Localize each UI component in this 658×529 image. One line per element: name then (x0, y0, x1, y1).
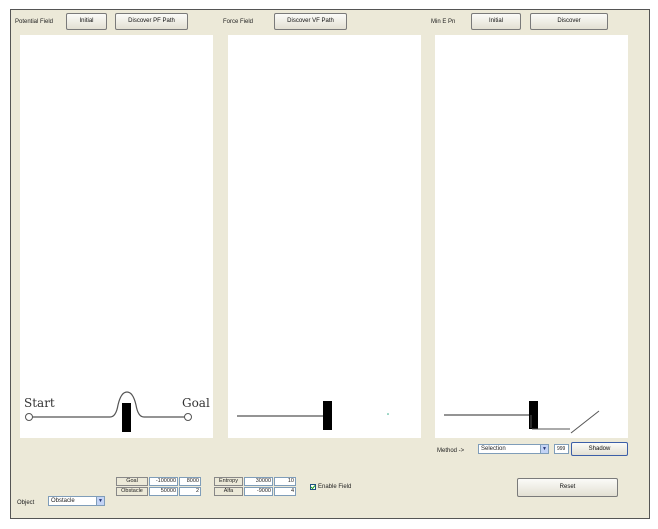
reset-button[interactable]: Reset (517, 478, 618, 497)
min-energy-label: Min E Pn (431, 19, 456, 25)
method-value-field[interactable]: 999 (554, 444, 569, 454)
min-energy-canvas[interactable] (435, 35, 628, 438)
grid1-goal-value-a[interactable]: -100000 (149, 477, 178, 486)
obstacle-3 (529, 401, 538, 429)
diagonal-line (570, 410, 600, 434)
grid2-entropy-label: Entropy (214, 477, 243, 486)
obstacle-1 (122, 403, 131, 432)
object-label: Object (17, 500, 35, 506)
object-select-value: Obstacle (51, 498, 75, 504)
shadow-button[interactable]: Shadow (571, 442, 628, 456)
enable-field-checkbox[interactable] (310, 484, 316, 490)
grid2-alfa-value-a[interactable]: -9000 (244, 487, 273, 496)
grid1-obstacle-value-a[interactable]: 50000 (149, 487, 178, 496)
goal-marker (184, 413, 192, 421)
potential-field-label: Potential Field (15, 19, 54, 25)
goal-dot (387, 413, 389, 415)
chevron-down-icon: ▼ (540, 445, 548, 453)
initial-button-1[interactable]: Initial (66, 13, 107, 30)
start-marker (25, 413, 33, 421)
force-field-label: Force Field (223, 19, 254, 25)
discover-pf-path-button[interactable]: Discover PF Path (115, 13, 188, 30)
object-select[interactable]: Obstacle ▼ (48, 496, 105, 506)
min-energy-drawing (444, 401, 600, 434)
goal-text: Goal (182, 396, 210, 410)
grid1-obstacle-value-b[interactable]: 2 (179, 487, 201, 496)
grid2-entropy-value-b[interactable]: 10 (274, 477, 296, 486)
discover-vf-path-button[interactable]: Discover VF Path (274, 13, 347, 30)
grid2-alfa-value-b[interactable]: 4 (274, 487, 296, 496)
grid2-entropy-value-a[interactable]: 30000 (244, 477, 273, 486)
app-window: Potential Field Initial Discover PF Path… (10, 9, 650, 519)
enable-field-label: Enable Field (318, 484, 352, 490)
force-field-canvas[interactable] (228, 35, 421, 438)
initial-button-3[interactable]: Initial (471, 13, 521, 30)
grid1-goal-value-b[interactable]: 8000 (179, 477, 201, 486)
potential-field-drawing: Start Goal (24, 391, 210, 432)
start-text: Start (24, 396, 55, 410)
force-field-drawing (237, 401, 389, 430)
discover-button-3[interactable]: Discover (530, 13, 608, 30)
method-select-value: Selection (481, 446, 506, 452)
check-icon (310, 485, 316, 490)
grid1-goal-label: Goal (116, 477, 148, 486)
method-select[interactable]: Selection ▼ (478, 444, 549, 454)
obstacle-2 (323, 401, 332, 430)
potential-curve (32, 391, 185, 418)
method-label: Method -> (437, 448, 465, 454)
grid1-obstacle-label: Obstacle (116, 487, 148, 496)
potential-field-canvas[interactable]: Start Goal (20, 35, 213, 438)
chevron-down-icon: ▼ (96, 497, 104, 505)
grid2-alfa-label: Alfa (214, 487, 243, 496)
